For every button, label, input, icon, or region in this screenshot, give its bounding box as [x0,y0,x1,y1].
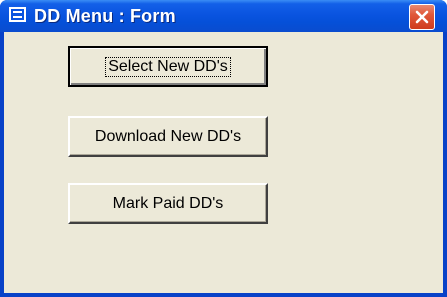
select-new-dds-label: Select New DD's [105,56,231,77]
window-title: DD Menu : Form [34,6,176,26]
form-icon [9,7,26,22]
title-bar[interactable]: DD Menu : Form [0,0,447,32]
download-new-dds-label: Download New DD's [94,127,242,145]
download-new-dds-button[interactable]: Download New DD's [68,116,268,157]
mark-paid-dds-label: Mark Paid DD's [112,194,224,212]
close-icon [415,10,429,24]
close-button[interactable] [409,4,435,30]
window-frame-bottom [0,293,447,297]
select-new-dds-button[interactable]: Select New DD's [68,46,268,87]
form-window: DD Menu : Form Select New DD's Download … [0,0,447,297]
form-body: Select New DD's Download New DD's Mark P… [4,32,443,293]
mark-paid-dds-button[interactable]: Mark Paid DD's [68,183,268,224]
